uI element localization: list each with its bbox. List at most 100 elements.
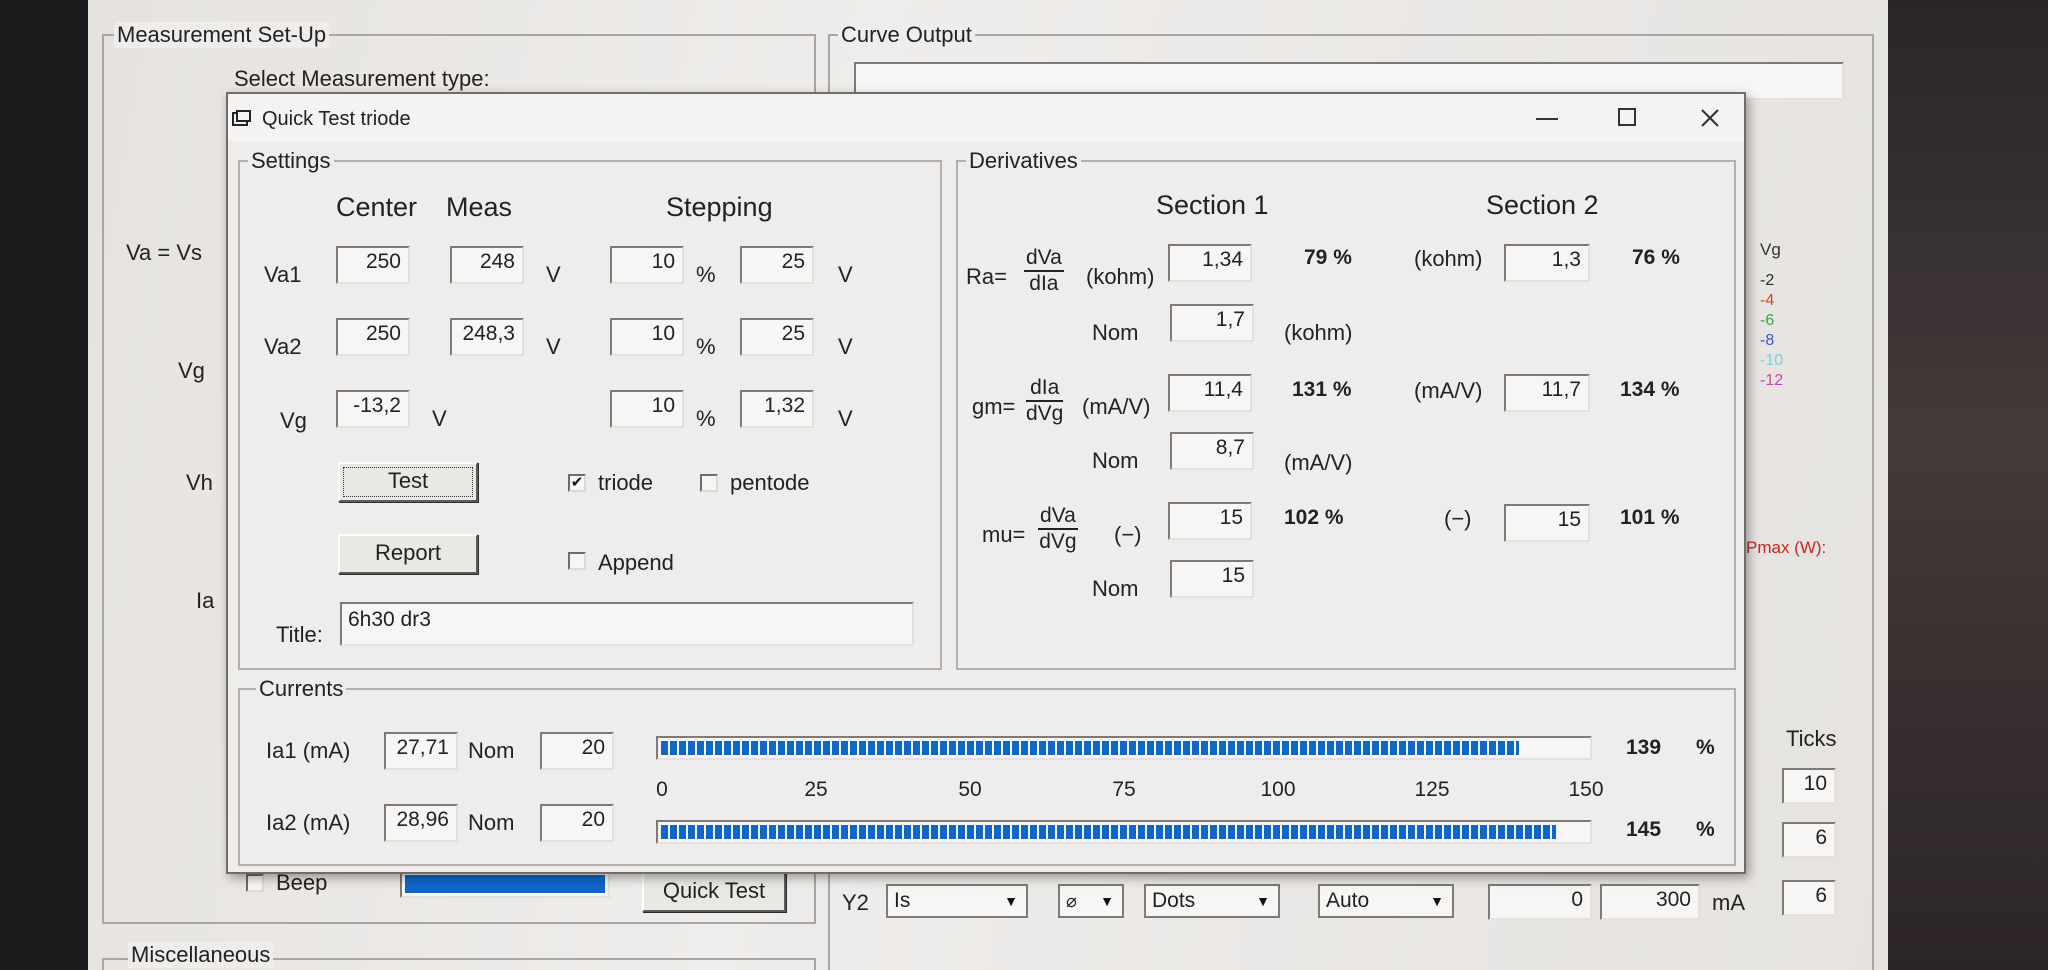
ia2-progress-bar [656,820,1592,844]
vg-center-field[interactable]: -13,2 [336,390,410,428]
pentode-label: pentode [730,470,810,495]
ia1-progress-bar [656,736,1592,760]
minimize-icon[interactable] [1536,118,1558,120]
scale-combo[interactable]: Auto ▼ [1318,884,1454,918]
gm-section2-unit: (mA/V) [1414,378,1483,403]
marker-combo[interactable]: ⌀ ▼ [1058,884,1124,918]
va-vs-label: Va = Vs [126,240,203,265]
vg-step-pct-field[interactable]: 10 [610,390,684,428]
va2-step-pct-field[interactable]: 10 [610,318,684,356]
ra-nom-field[interactable]: 1,7 [1170,304,1254,342]
vg-step-value-field[interactable]: 1,32 [740,390,814,428]
title-input[interactable]: 6h30 dr3 [340,602,914,646]
vg-legend-item: -4 [1760,292,1775,309]
measurement-setup-title: Measurement Set-Up [114,22,330,48]
ia2-percent-sign: % [1696,818,1715,841]
gm-label: gm= [972,394,1016,419]
ia1-nom-field[interactable]: 20 [540,732,614,770]
test-button[interactable]: Test [338,462,478,502]
va1-center-field[interactable]: 250 [336,246,410,284]
scale-tick-label: 125 [1414,778,1450,801]
ra-label: Ra= [966,264,1007,289]
scale-tick-label: 25 [804,778,828,801]
chevron-down-icon: ▼ [1004,893,1018,909]
ia1-percent-sign: % [1696,736,1715,759]
ra-section2-unit: (kohm) [1414,246,1483,271]
va2-pct-sign: % [696,334,716,359]
va1-label: Va1 [264,262,302,287]
scale-combo-value: Auto [1326,889,1370,912]
ia2-nom-field[interactable]: 20 [540,804,614,842]
mu-section2-unit: (−) [1444,506,1472,531]
section-1-header: Section 1 [1156,190,1269,220]
settings-title: Settings [248,148,334,174]
ia1-progress-fill [661,741,1520,755]
scale-tick-label: 75 [1112,778,1136,801]
ia2-percent: 145 [1626,818,1662,841]
style-combo[interactable]: Dots ▼ [1144,884,1280,918]
y2-combo[interactable]: Is ▼ [886,884,1028,918]
ra-nom-label: Nom [1092,320,1139,345]
triode-label: triode [598,470,654,495]
pentode-checkbox[interactable] [700,474,718,492]
background-progress-fill [405,875,605,893]
gm-section1-field[interactable]: 11,4 [1168,374,1252,412]
ra-numerator: dVa [1024,246,1064,272]
va1-step-pct-field[interactable]: 10 [610,246,684,284]
gm-section2-field[interactable]: 11,7 [1504,374,1590,412]
ia1-nom-label: Nom [468,738,515,763]
desktop-edge [1888,0,2048,970]
ra-section2-field[interactable]: 1,3 [1504,244,1590,282]
va1-step-value-field[interactable]: 25 [740,246,814,284]
maximize-icon[interactable] [1618,108,1636,126]
ia-label: Ia [196,588,215,613]
va2-center-field[interactable]: 250 [336,318,410,356]
scale-tick-label: 0 [656,778,668,801]
append-label: Append [598,550,674,575]
ra-section1-field[interactable]: 1,34 [1168,244,1252,282]
mu-section2-percent: 101 % [1620,506,1680,529]
va1-step-unit: V [838,262,853,287]
background-progress-bar [400,870,610,898]
va2-label: Va2 [264,334,302,359]
ia2-label: Ia2 (mA) [266,810,351,835]
min-value-field[interactable]: 0 [1488,884,1592,920]
ticks-field-1[interactable]: 10 [1782,768,1836,804]
currents-title: Currents [256,676,347,702]
va2-step-value-field[interactable]: 25 [740,318,814,356]
va2-meas-field[interactable]: 248,3 [450,318,524,356]
mu-denominator: dVg [1039,530,1077,553]
report-button[interactable]: Report [338,534,478,574]
vg-setting-label: Vg [280,408,307,433]
mu-nom-field[interactable]: 15 [1170,560,1254,598]
ia1-label: Ia1 (mA) [266,738,351,763]
append-checkbox[interactable] [568,552,586,570]
quick-test-button[interactable]: Quick Test [642,872,786,912]
ra-section2-percent: 76 % [1632,246,1680,269]
ia2-progress-fill [661,825,1557,839]
vg-legend-item: -8 [1760,332,1775,349]
va2-step-unit: V [838,334,853,359]
max-value-field[interactable]: 300 [1600,884,1700,920]
ra-fraction: dVa dIa [1024,246,1064,296]
vg-legend-item: -6 [1760,312,1775,329]
mu-section1-field[interactable]: 15 [1168,502,1252,540]
chevron-down-icon: ▼ [1100,893,1114,909]
dialog-titlebar[interactable]: Quick Test triode [228,94,1744,142]
va1-pct-sign: % [696,262,716,287]
ia2-value-field[interactable]: 28,96 [384,804,458,842]
style-combo-value: Dots [1152,889,1196,912]
gm-unit: (mA/V) [1082,394,1151,419]
meas-column-header: Meas [446,192,513,222]
beep-checkbox[interactable] [246,874,264,892]
va1-meas-field[interactable]: 248 [450,246,524,284]
mu-section2-field[interactable]: 15 [1504,504,1590,542]
ticks-field-3[interactable]: 6 [1782,880,1836,916]
gm-nom-field[interactable]: 8,7 [1170,432,1254,470]
gm-numerator: dIa [1026,376,1064,402]
quick-test-dialog: Quick Test triode Settings Center Meas S… [226,92,1746,874]
ia1-value-field[interactable]: 27,71 [384,732,458,770]
ticks-field-2[interactable]: 6 [1782,822,1836,858]
triode-checkbox[interactable]: ✔ [568,474,586,492]
close-icon[interactable] [1700,108,1720,128]
